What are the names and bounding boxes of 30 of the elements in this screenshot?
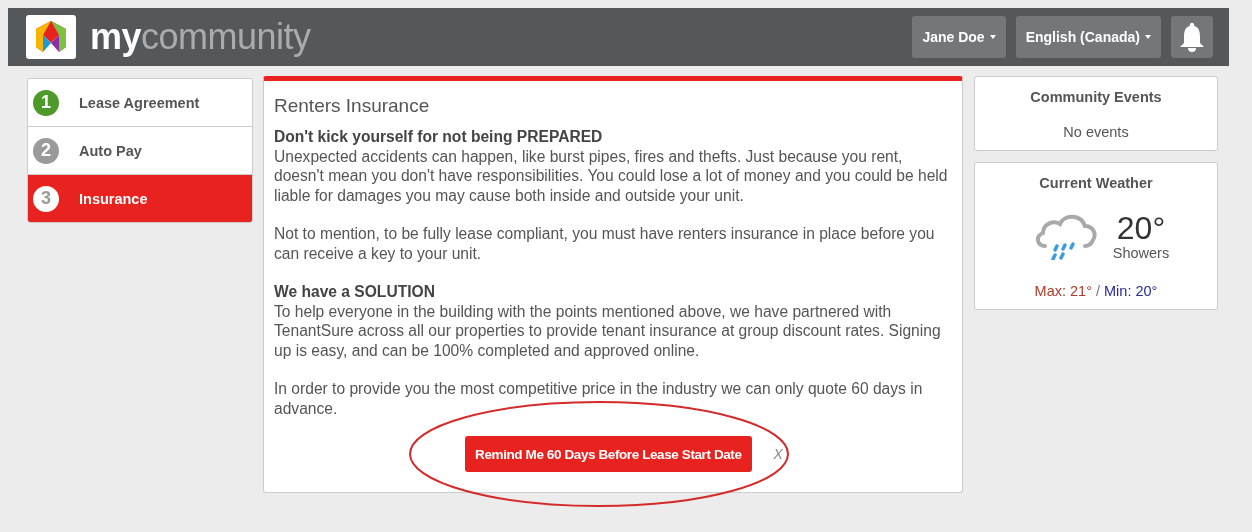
paragraph: Unexpected accidents can happen, like burst pipes, fires and thefts. Just because you rent, doesn't mean you don't have responsibilities. You could lose a lot of money and you could be held liable for damages you may cause both inside and outside your unit. xyxy=(274,146,949,205)
section-heading: We have a SOLUTION xyxy=(274,282,436,302)
card-title: Community Events xyxy=(1030,89,1162,105)
card-title: Renters Insurance xyxy=(274,95,431,117)
step-number: 1 xyxy=(33,89,59,116)
notifications-button[interactable] xyxy=(1171,16,1213,58)
step-number: 2 xyxy=(33,137,59,164)
language-menu[interactable]: English (Canada) xyxy=(1015,16,1161,58)
paragraph: In order to provide you the most competitive price in the industry we can only quote 60 days in advance. xyxy=(274,379,924,418)
step-label: Insurance xyxy=(79,190,148,207)
max-temperature: Max: 21° xyxy=(1034,283,1092,299)
temperature: 20° xyxy=(1116,211,1166,245)
user-menu[interactable]: Jane Doe xyxy=(912,16,1006,58)
section-heading: Don't kick yourself for not being PREPARED xyxy=(274,127,604,147)
separator: / xyxy=(1096,283,1101,299)
dismiss-button[interactable]: X xyxy=(771,444,785,464)
empty-message: No events xyxy=(1063,124,1129,140)
step-label: Auto Pay xyxy=(79,142,142,159)
bell-icon xyxy=(1179,22,1205,52)
remind-button[interactable]: Remind Me 60 Days Before Lease Start Date xyxy=(465,436,752,472)
step-label: Lease Agreement xyxy=(79,94,200,111)
min-temperature: Min: 20° xyxy=(1104,283,1158,299)
weather-condition: Showers xyxy=(1112,245,1170,261)
logo-icon xyxy=(26,15,76,59)
step-number: 3 xyxy=(33,185,59,212)
step-item[interactable]: 3 Insurance xyxy=(28,174,252,222)
card-title: Current Weather xyxy=(1039,175,1153,191)
logo-wordmark: mycommunity xyxy=(90,16,311,58)
paragraph: To help everyone in the building with the points mentioned above, we have partnered with TenantSure across all our properties to provide tenant insurance at group discount rates. Signing up is easy, and can be 100% completed and approved online. xyxy=(274,301,942,360)
paragraph: Not to mention, to be fully lease compliant, you must have renters insurance in place before you can receive a key to your unit. xyxy=(274,224,936,263)
